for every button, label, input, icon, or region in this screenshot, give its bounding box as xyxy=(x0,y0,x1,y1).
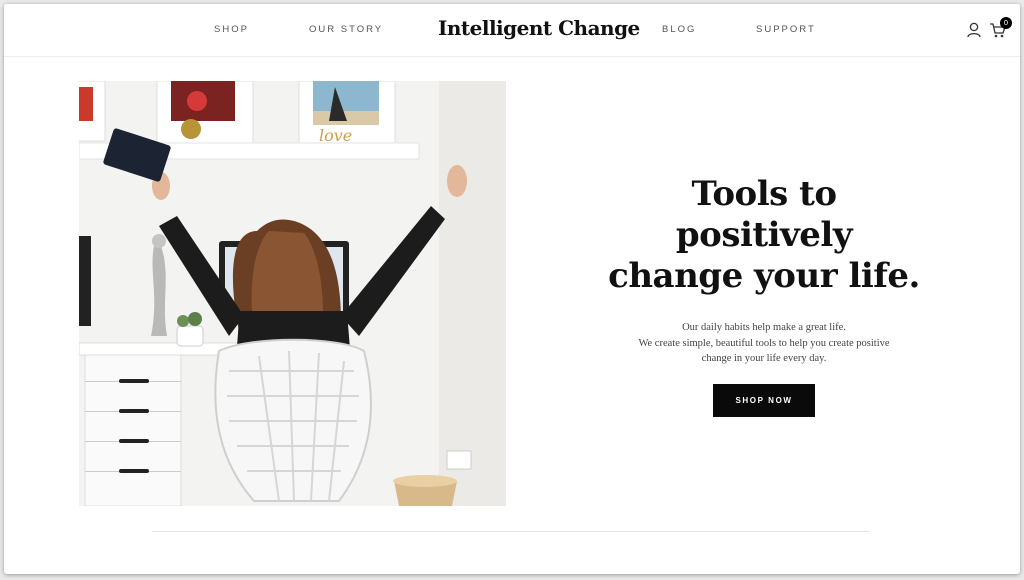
site-header: SHOP OUR STORY Intelligent Change BLOG S… xyxy=(4,4,1020,57)
hero-description: Our daily habits help make a great life.… xyxy=(594,320,934,367)
shop-now-button[interactable]: SHOP NOW xyxy=(713,384,815,417)
nav-blog[interactable]: BLOG xyxy=(662,24,696,35)
nav-support[interactable]: SUPPORT xyxy=(756,24,816,35)
cart-count-badge: 0 xyxy=(1000,17,1012,29)
hero-title-line: positively xyxy=(675,215,853,255)
hero-subtitle-line: Our daily habits help make a great life. xyxy=(682,322,846,333)
hero-subtitle-line: We create simple, beautiful tools to hel… xyxy=(638,337,890,349)
hero-headline: Tools to positively change your life. xyxy=(594,174,934,297)
hero-subtitle-line: change in your life every day. xyxy=(701,353,827,364)
nav-shop[interactable]: SHOP xyxy=(214,24,249,35)
hero-title-line: Tools to xyxy=(691,174,837,214)
browser-window: SHOP OUR STORY Intelligent Change BLOG S… xyxy=(4,4,1020,574)
hero-title-line: change your life. xyxy=(608,256,920,296)
brand-logo[interactable]: Intelligent Change xyxy=(438,16,640,40)
hero-photo: love xyxy=(79,81,506,506)
section-divider xyxy=(152,531,870,532)
love-word: love xyxy=(319,126,352,145)
user-icon[interactable] xyxy=(964,20,984,40)
nav-our-story[interactable]: OUR STORY xyxy=(309,24,383,35)
